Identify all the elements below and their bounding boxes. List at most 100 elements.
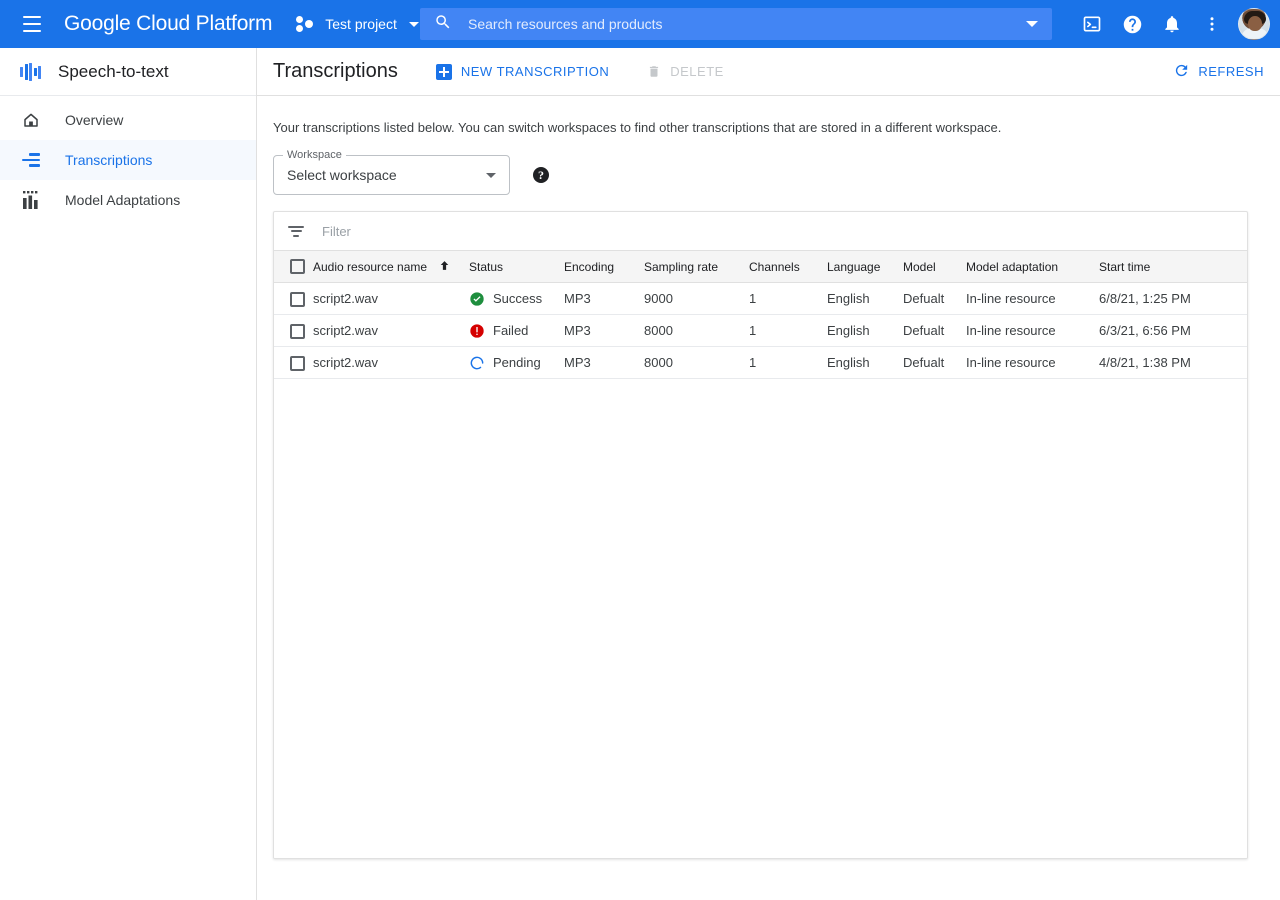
cell-language: English bbox=[827, 347, 903, 379]
refresh-label: REFRESH bbox=[1198, 64, 1264, 79]
cell-sampling-rate: 9000 bbox=[644, 283, 749, 315]
cell-encoding: MP3 bbox=[564, 347, 644, 379]
search-dropdown-icon[interactable] bbox=[1026, 21, 1038, 27]
filter-input[interactable] bbox=[322, 224, 622, 239]
topbar-actions bbox=[1072, 0, 1272, 48]
content-area: Your transcriptions listed below. You ca… bbox=[257, 120, 1280, 859]
workspace-row: Workspace Select workspace ? bbox=[273, 155, 1264, 195]
column-header-channels[interactable]: Channels bbox=[749, 251, 827, 283]
product-title: Speech-to-text bbox=[58, 62, 169, 82]
cell-sampling-rate: 8000 bbox=[644, 347, 749, 379]
hamburger-line bbox=[23, 23, 41, 25]
gcp-logo[interactable]: Google Cloud Platform bbox=[64, 12, 272, 36]
column-header-model[interactable]: Model bbox=[903, 251, 966, 283]
page-toolbar: Transcriptions NEW TRANSCRIPTION DELETE … bbox=[257, 48, 1280, 96]
check-circle-icon bbox=[469, 291, 485, 307]
project-selector[interactable]: Test project bbox=[292, 8, 423, 40]
add-box-icon bbox=[436, 64, 452, 80]
cell-audio-resource-name: script2.wav bbox=[313, 283, 469, 315]
column-label: Status bbox=[469, 260, 503, 274]
cell-start-time: 6/3/21, 6:56 PM bbox=[1099, 315, 1247, 347]
cell-status: Failed bbox=[469, 315, 564, 347]
row-checkbox-cell bbox=[274, 315, 313, 347]
cell-encoding: MP3 bbox=[564, 315, 644, 347]
cloud-shell-icon[interactable] bbox=[1072, 4, 1112, 44]
table-row[interactable]: script2.wav Pending MP3 8000 bbox=[274, 347, 1247, 379]
column-header-audio-resource-name[interactable]: Audio resource name bbox=[313, 251, 469, 283]
column-header-language[interactable]: Language bbox=[827, 251, 903, 283]
workspace-select[interactable]: Workspace Select workspace bbox=[273, 155, 510, 195]
hamburger-menu-icon[interactable] bbox=[8, 0, 56, 48]
table-row[interactable]: script2.wav Success MP3 9000 bbox=[274, 283, 1247, 315]
column-header-model-adaptation[interactable]: Model adaptation bbox=[966, 251, 1099, 283]
column-header-sampling-rate[interactable]: Sampling rate bbox=[644, 251, 749, 283]
list-lines-icon bbox=[22, 153, 44, 167]
refresh-icon bbox=[1173, 62, 1198, 82]
filter-icon[interactable] bbox=[288, 226, 304, 237]
row-checkbox-cell bbox=[274, 347, 313, 379]
sidebar-item-model-adaptations[interactable]: Model Adaptations bbox=[0, 180, 256, 220]
column-header-encoding[interactable]: Encoding bbox=[564, 251, 644, 283]
sidebar-item-label: Transcriptions bbox=[65, 152, 152, 168]
more-vert-icon[interactable] bbox=[1192, 4, 1232, 44]
refresh-button[interactable]: REFRESH bbox=[1173, 62, 1264, 82]
top-app-bar: Google Cloud Platform Test project bbox=[0, 0, 1280, 48]
new-transcription-button[interactable]: NEW TRANSCRIPTION bbox=[436, 64, 609, 80]
table-row[interactable]: script2.wav Failed MP3 8000 bbox=[274, 315, 1247, 347]
gcp-logo-cloud-platform: Cloud Platform bbox=[131, 12, 273, 35]
hamburger-line bbox=[23, 16, 41, 18]
transcriptions-table-card: Audio resource name Status Encoding Samp… bbox=[273, 211, 1248, 859]
sidebar-item-overview[interactable]: Overview bbox=[0, 100, 256, 140]
select-all-checkbox[interactable] bbox=[290, 259, 305, 274]
status-label: Success bbox=[493, 291, 542, 306]
cell-language: English bbox=[827, 283, 903, 315]
cell-encoding: MP3 bbox=[564, 283, 644, 315]
page-description: Your transcriptions listed below. You ca… bbox=[273, 120, 1264, 135]
row-checkbox-cell bbox=[274, 283, 313, 315]
arrow-upward-icon bbox=[438, 259, 451, 275]
column-label: Model bbox=[903, 260, 936, 274]
global-search-bar[interactable] bbox=[420, 8, 1052, 40]
column-label: Model adaptation bbox=[966, 260, 1058, 274]
column-label: Language bbox=[827, 260, 880, 274]
error-circle-icon bbox=[469, 323, 485, 339]
select-all-header bbox=[274, 251, 313, 283]
bar-chart-icon bbox=[22, 191, 44, 209]
column-label: Audio resource name bbox=[313, 260, 427, 274]
column-header-start-time[interactable]: Start time bbox=[1099, 251, 1247, 283]
row-checkbox[interactable] bbox=[290, 292, 305, 307]
help-filled-icon[interactable]: ? bbox=[533, 167, 549, 183]
row-checkbox[interactable] bbox=[290, 324, 305, 339]
cell-audio-resource-name: script2.wav bbox=[313, 347, 469, 379]
sidebar-item-label: Overview bbox=[65, 112, 123, 128]
filter-bar bbox=[274, 212, 1247, 250]
cell-language: English bbox=[827, 315, 903, 347]
cell-channels: 1 bbox=[749, 347, 827, 379]
hamburger-line bbox=[23, 30, 41, 32]
sidebar-item-transcriptions[interactable]: Transcriptions bbox=[0, 140, 256, 180]
cell-channels: 1 bbox=[749, 283, 827, 315]
cell-start-time: 4/8/21, 1:38 PM bbox=[1099, 347, 1247, 379]
cell-channels: 1 bbox=[749, 315, 827, 347]
chevron-down-icon bbox=[409, 22, 419, 27]
workspace-label: Workspace bbox=[283, 149, 346, 161]
table-header: Audio resource name Status Encoding Samp… bbox=[274, 251, 1247, 283]
new-transcription-label: NEW TRANSCRIPTION bbox=[461, 64, 609, 79]
search-input[interactable] bbox=[468, 16, 1026, 32]
delete-button[interactable]: DELETE bbox=[647, 64, 724, 79]
avatar[interactable] bbox=[1238, 8, 1270, 40]
cell-sampling-rate: 8000 bbox=[644, 315, 749, 347]
table-empty-space bbox=[274, 379, 1247, 858]
help-icon[interactable] bbox=[1112, 4, 1152, 44]
column-header-status[interactable]: Status bbox=[469, 251, 564, 283]
spinner-icon bbox=[469, 355, 485, 371]
home-icon bbox=[22, 111, 44, 129]
cell-model-adaptation: In-line resource bbox=[966, 283, 1099, 315]
gcp-logo-google: Google bbox=[64, 12, 131, 35]
sidebar: Speech-to-text Overview Transcriptions bbox=[0, 48, 257, 900]
chevron-down-icon bbox=[486, 173, 496, 178]
row-checkbox[interactable] bbox=[290, 356, 305, 371]
trash-icon bbox=[647, 64, 661, 79]
cell-model: Defualt bbox=[903, 315, 966, 347]
notifications-bell-icon[interactable] bbox=[1152, 4, 1192, 44]
